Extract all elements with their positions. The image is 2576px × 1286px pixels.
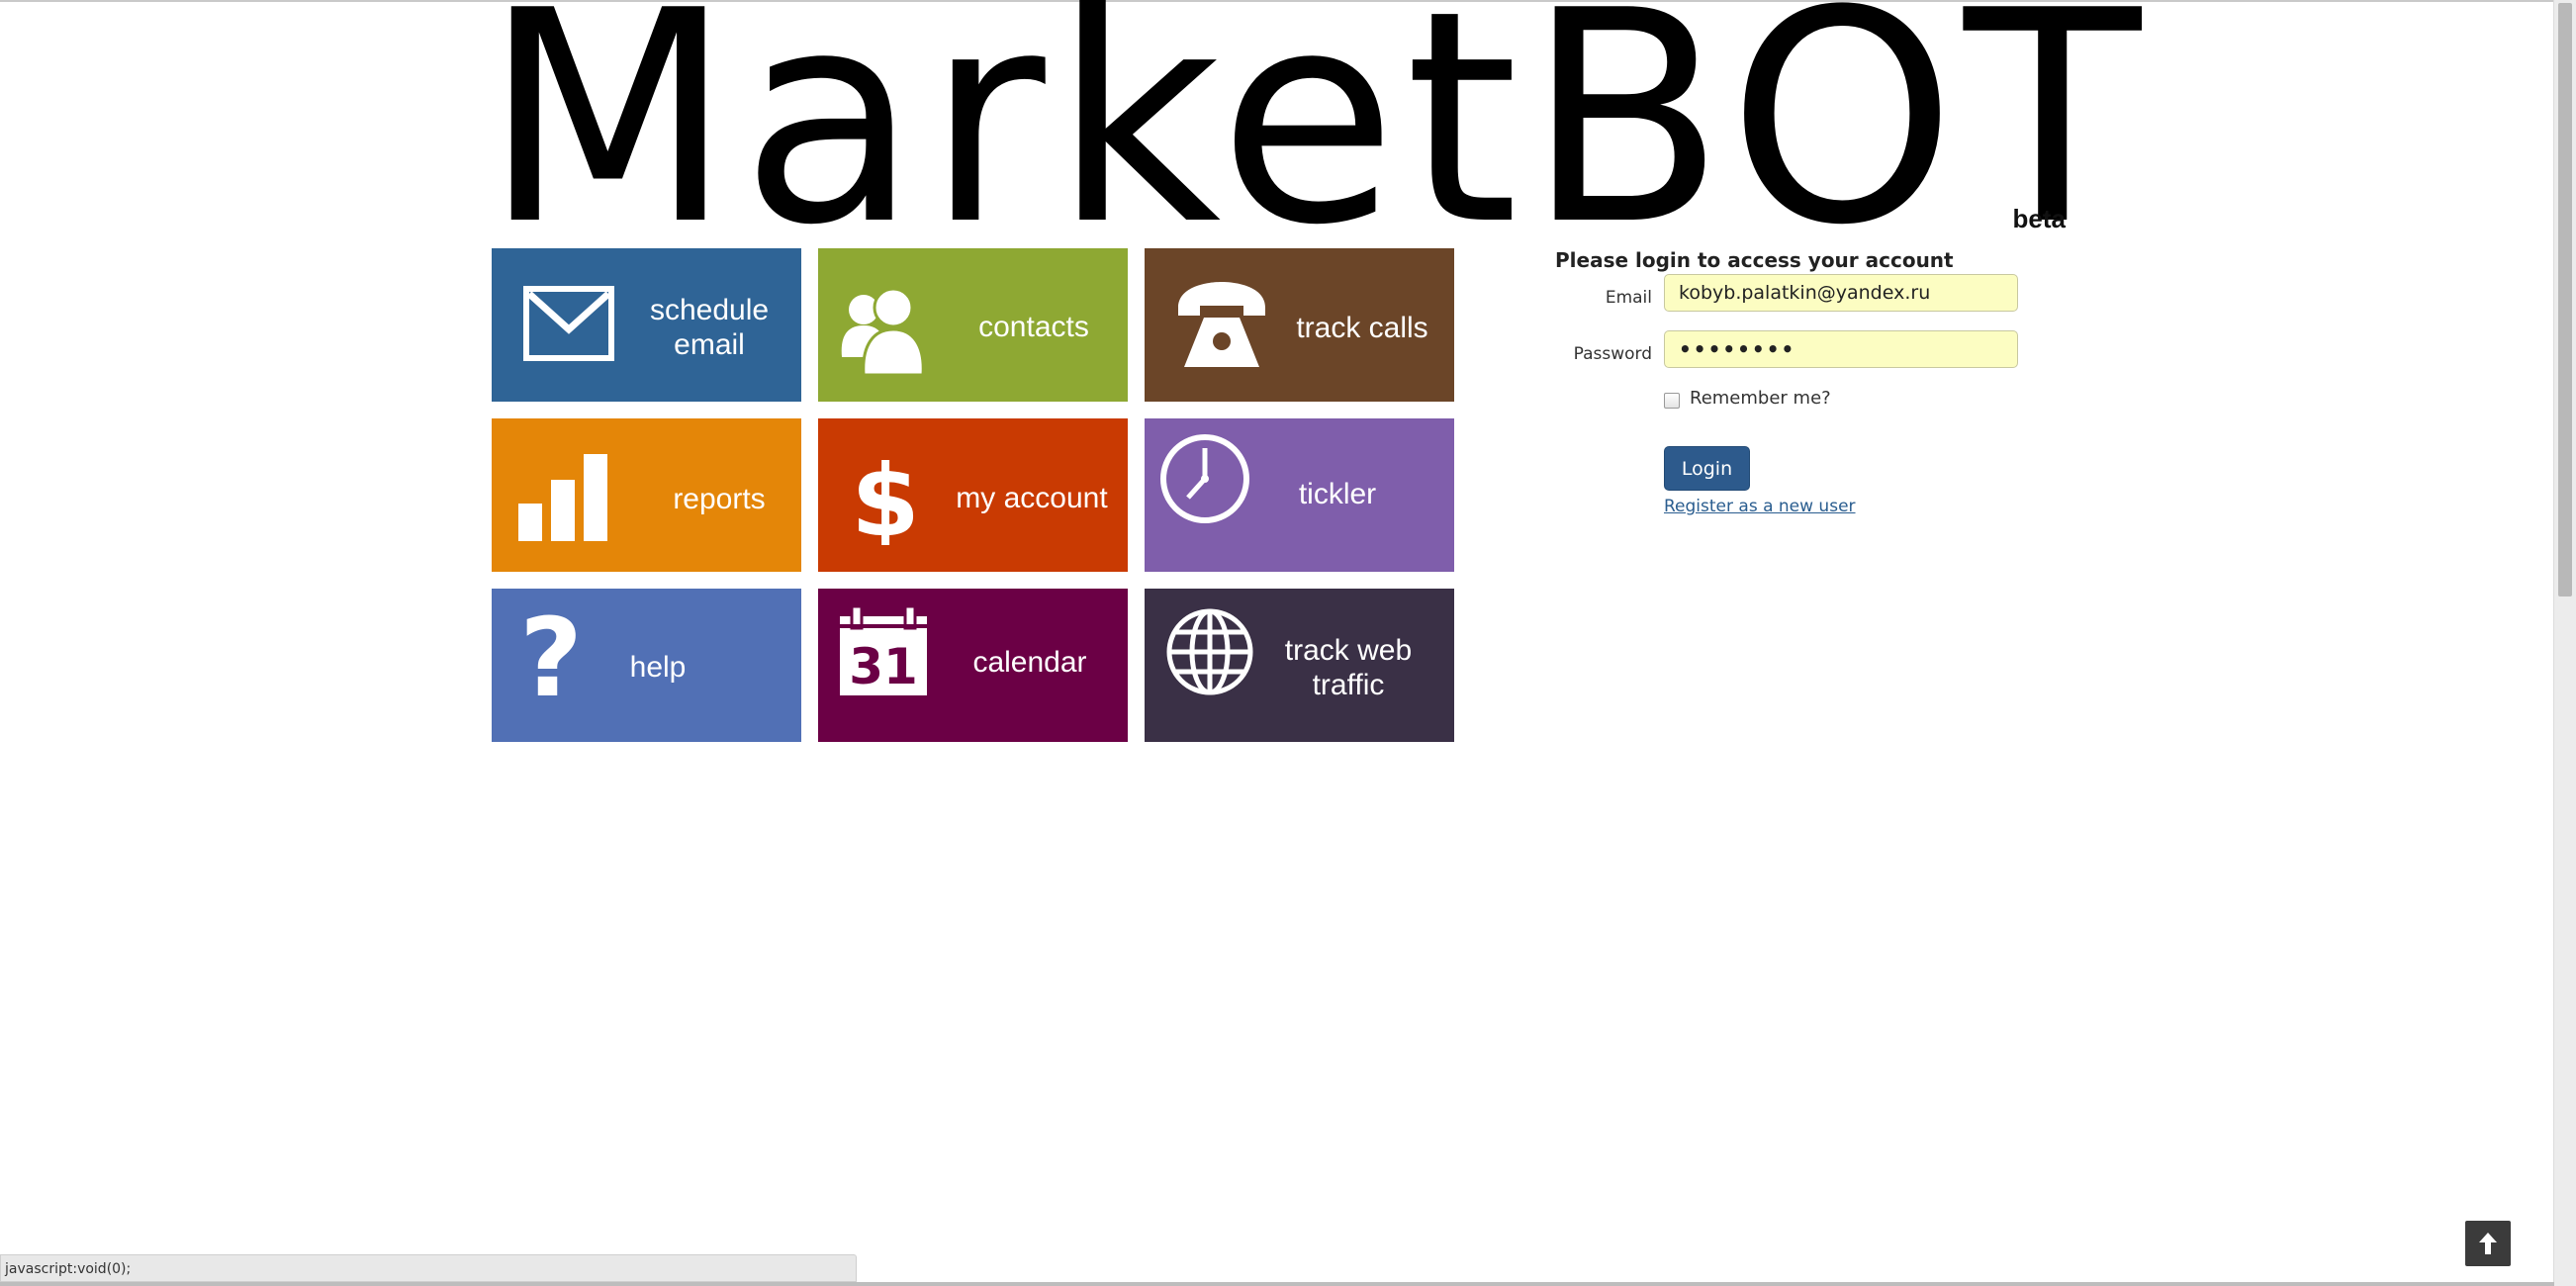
clock-icon <box>1160 434 1249 523</box>
tile-reports-label: reports <box>673 483 766 515</box>
feature-tiles: schedule email contacts track calls repo… <box>492 248 1455 743</box>
telephone-icon <box>1178 282 1265 367</box>
tile-track-calls[interactable]: track calls <box>1145 248 1454 402</box>
svg-text:$: $ <box>851 452 920 545</box>
calendar-icon: 31 <box>840 606 927 695</box>
arrow-up-icon <box>2479 1233 2497 1254</box>
register-link[interactable]: Register as a new user <box>1664 497 1856 516</box>
remember-me-label: Remember me? <box>1690 388 1831 409</box>
bar-chart-icon <box>518 454 607 541</box>
email-label: Email <box>1605 288 1652 308</box>
tile-schedule-email[interactable]: schedule email <box>492 248 801 402</box>
login-title: Please login to access your account <box>1555 248 1954 272</box>
brand-logo: MarketBOT <box>483 0 2150 289</box>
tile-track-web-traffic[interactable]: track web traffic <box>1145 589 1454 742</box>
tile-schedule-email-label: schedule email <box>649 294 770 361</box>
scroll-to-top-button[interactable] <box>2465 1221 2511 1266</box>
tile-calendar-label: calendar <box>972 646 1087 679</box>
scrollbar-thumb[interactable] <box>2558 3 2572 597</box>
taskbar-strip <box>0 1282 2554 1286</box>
login-button[interactable]: Login <box>1664 446 1750 491</box>
envelope-icon <box>523 286 614 361</box>
email-field[interactable] <box>1664 274 2018 312</box>
svg-text:31: 31 <box>849 638 918 695</box>
beta-badge: beta <box>2012 204 2066 233</box>
tile-my-account-label: my account <box>956 482 1108 514</box>
browser-status-bar: javascript:void(0); <box>0 1254 857 1282</box>
password-field[interactable]: •••••••• <box>1664 330 2018 368</box>
remember-me-checkbox[interactable] <box>1664 392 1680 409</box>
globe-icon <box>1166 608 1253 695</box>
tile-track-web-traffic-label: track web traffic <box>1284 634 1413 701</box>
brand-header: MarketBOT beta <box>483 0 2141 265</box>
tile-tickler[interactable]: tickler <box>1145 418 1454 572</box>
tile-contacts[interactable]: contacts <box>818 248 1128 402</box>
remember-me[interactable]: Remember me? <box>1664 388 1831 409</box>
tile-contacts-label: contacts <box>978 311 1089 343</box>
contacts-icon <box>841 287 925 377</box>
password-label: Password <box>1573 344 1652 364</box>
tile-help[interactable]: ? help <box>492 589 801 742</box>
tile-calendar[interactable]: 31 calendar <box>818 589 1128 742</box>
tile-tickler-label: tickler <box>1298 478 1377 510</box>
tile-my-account[interactable]: $ my account <box>818 418 1128 572</box>
dollar-icon: $ <box>851 452 920 545</box>
tile-help-label: help <box>629 651 687 684</box>
question-icon: ? <box>519 606 583 701</box>
vertical-scrollbar[interactable] <box>2553 0 2576 1286</box>
tile-reports[interactable]: reports <box>492 418 801 572</box>
svg-text:?: ? <box>519 606 583 701</box>
tile-track-calls-label: track calls <box>1296 312 1428 344</box>
